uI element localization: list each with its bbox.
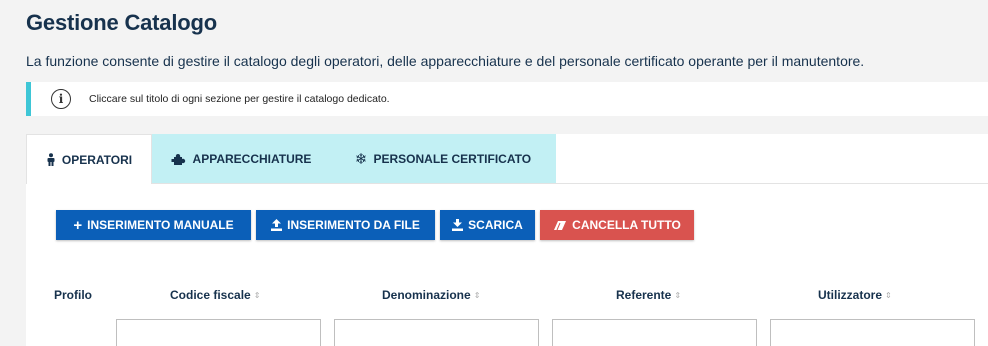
info-icon: i: [51, 89, 71, 109]
filter-referente-input[interactable]: [552, 319, 757, 346]
page-title: Gestione Catalogo: [26, 10, 217, 35]
sort-icon: ⇕: [473, 290, 481, 300]
sort-icon: ⇕: [674, 290, 682, 300]
tab-apparecchiature[interactable]: APPARECCHIATURE: [152, 134, 330, 184]
column-header-referente[interactable]: Referente ⇕: [616, 288, 681, 302]
page-description: La funzione consente di gestire il catal…: [26, 53, 865, 69]
clear-all-button[interactable]: CANCELLA TUTTO: [540, 210, 694, 240]
file-insert-button[interactable]: INSERIMENTO DA FILE: [256, 210, 435, 240]
snowflake-icon: ❄: [354, 150, 368, 168]
tab-operatori[interactable]: OPERATORI: [26, 134, 152, 184]
column-header-profilo: Profilo: [54, 288, 92, 302]
upload-icon: [271, 219, 283, 231]
tab-personale-certificato[interactable]: ❄ PERSONALE CERTIFICATO: [330, 134, 556, 184]
tab-divider: [152, 183, 988, 184]
eraser-icon: [553, 220, 567, 231]
download-button[interactable]: SCARICA: [440, 210, 535, 240]
catalog-panel: OPERATORI APPARECCHIATURE ❄ PERSONALE CE…: [26, 134, 988, 346]
file-insert-label: INSERIMENTO DA FILE: [287, 218, 420, 232]
manual-insert-label: INSERIMENTO MANUALE: [87, 218, 234, 232]
column-header-codice-fiscale[interactable]: Codice fiscale ⇕: [170, 288, 260, 302]
callout-text: Cliccare sul titolo di ogni sezione per …: [89, 93, 390, 105]
tab-bar: OPERATORI APPARECCHIATURE ❄ PERSONALE CE…: [26, 134, 556, 184]
clear-all-label: CANCELLA TUTTO: [572, 218, 681, 232]
column-header-denominazione[interactable]: Denominazione ⇕: [382, 288, 480, 302]
column-header-utilizzatore[interactable]: Utilizzatore ⇕: [818, 288, 892, 302]
tab-label: PERSONALE CERTIFICATO: [373, 152, 532, 166]
download-icon: [452, 219, 464, 231]
sort-icon: ⇕: [885, 290, 892, 300]
tab-label: OPERATORI: [61, 152, 133, 167]
manual-insert-button[interactable]: + INSERIMENTO MANUALE: [56, 210, 251, 240]
filter-codice-fiscale-input[interactable]: [116, 319, 321, 346]
download-label: SCARICA: [468, 218, 523, 232]
info-callout: i Cliccare sul titolo di ogni sezione pe…: [26, 82, 988, 116]
filter-denominazione-input[interactable]: [334, 319, 539, 346]
puzzle-icon: [171, 153, 187, 166]
toolbar: + INSERIMENTO MANUALE INSERIMENTO DA FIL…: [56, 210, 694, 240]
sort-icon: ⇕: [253, 290, 261, 300]
person-icon: [46, 153, 56, 166]
filter-utilizzatore-input[interactable]: [770, 319, 975, 346]
plus-icon: +: [73, 216, 83, 234]
tab-label: APPARECCHIATURE: [192, 152, 312, 166]
